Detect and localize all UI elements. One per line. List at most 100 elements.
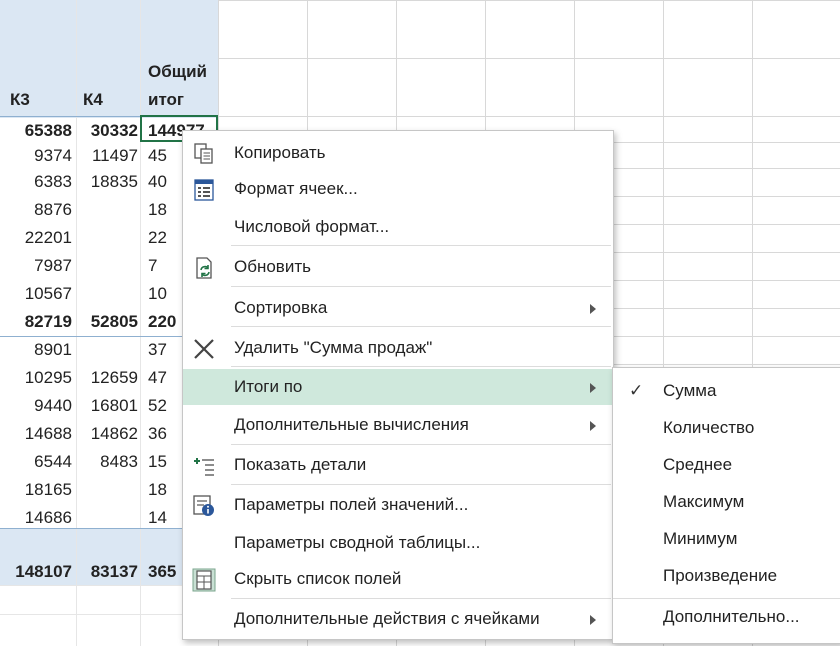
cell-k4[interactable] xyxy=(76,197,138,223)
cell-k4[interactable] xyxy=(76,505,138,531)
cell-total[interactable]: 45 xyxy=(148,143,167,169)
field-settings-icon xyxy=(193,495,214,516)
cell-k4[interactable]: 12659 xyxy=(76,365,138,391)
cell-total[interactable]: 10 xyxy=(148,281,167,307)
cell-k3[interactable]: 65388 xyxy=(0,118,72,144)
cell-k3[interactable]: 10295 xyxy=(0,365,72,391)
cell-k3[interactable]: 7987 xyxy=(0,253,72,279)
submenu-item-label: Максимум xyxy=(663,492,745,511)
cell-total[interactable]: 22 xyxy=(148,225,167,251)
cell-k4[interactable]: 16801 xyxy=(76,393,138,419)
menu-item-hide-field-list[interactable]: Скрыть список полей xyxy=(183,561,613,597)
cell-k4[interactable] xyxy=(76,337,138,363)
submenu-item-label: Сумма xyxy=(663,381,717,400)
menu-item-label: Скрыть список полей xyxy=(234,569,402,588)
submenu-item-max[interactable]: Максимум xyxy=(613,484,840,520)
cell-k3[interactable]: 18165 xyxy=(0,477,72,503)
menu-item-summarize-by[interactable]: Итоги по xyxy=(183,369,613,405)
menu-item-label: Числовой формат... xyxy=(234,217,390,236)
menu-item-label: Копировать xyxy=(234,143,326,162)
cell-total[interactable]: 36 xyxy=(148,421,167,447)
menu-item-label: Формат ячеек... xyxy=(234,179,358,198)
menu-item-label: Дополнительные вычисления xyxy=(234,415,469,434)
cell-k3[interactable]: 8901 xyxy=(0,337,72,363)
show-details-icon xyxy=(194,458,214,476)
cell-k3[interactable]: 6544 xyxy=(0,449,72,475)
menu-item-remove-field[interactable]: Удалить "Сумма продаж" xyxy=(183,330,613,366)
header-total-line1[interactable]: Общий xyxy=(148,59,207,85)
cell-k4[interactable]: 11497 xyxy=(76,143,138,169)
submenu-item-sum[interactable]: ✓ Сумма xyxy=(613,373,840,409)
cell-k3[interactable]: 6383 xyxy=(0,169,72,195)
menu-item-label: Параметры сводной таблицы... xyxy=(234,533,481,552)
cell-total[interactable]: 15 xyxy=(148,449,167,475)
menu-separator xyxy=(231,286,611,287)
menu-item-label: Удалить "Сумма продаж" xyxy=(234,338,433,357)
cell-k4[interactable]: 52805 xyxy=(76,309,138,335)
cell-total[interactable]: 37 xyxy=(148,337,167,363)
grid-line xyxy=(218,116,840,117)
menu-item-pivot-options[interactable]: Параметры сводной таблицы... xyxy=(183,525,613,561)
menu-item-value-field-settings[interactable]: Параметры полей значений... xyxy=(183,487,613,523)
menu-item-show-values-as[interactable]: Дополнительные вычисления xyxy=(183,407,613,443)
cell-k3[interactable]: 22201 xyxy=(0,225,72,251)
cell-total[interactable]: 220 xyxy=(148,309,176,335)
check-icon: ✓ xyxy=(629,381,644,400)
cell-total[interactable]: 47 xyxy=(148,365,167,391)
grand-total-k3[interactable]: 148107 xyxy=(0,559,72,585)
chevron-right-icon xyxy=(590,421,596,431)
submenu-item-label: Произведение xyxy=(663,566,778,585)
cell-k4[interactable] xyxy=(76,477,138,503)
submenu-item-label: Минимум xyxy=(663,529,738,548)
menu-item-number-format[interactable]: Числовой формат... xyxy=(183,209,613,245)
submenu-item-product[interactable]: Произведение xyxy=(613,558,840,594)
chevron-right-icon xyxy=(590,383,596,393)
grand-total-k4[interactable]: 83137 xyxy=(76,559,138,585)
menu-item-format-cells[interactable]: Формат ячеек... xyxy=(183,171,613,207)
menu-item-sort[interactable]: Сортировка xyxy=(183,290,613,326)
submenu-item-average[interactable]: Среднее xyxy=(613,447,840,483)
header-k3[interactable]: К3 xyxy=(10,87,30,113)
cell-k3[interactable]: 82719 xyxy=(0,309,72,335)
cell-total[interactable]: 14 xyxy=(148,505,167,531)
cell-k3[interactable]: 9374 xyxy=(0,143,72,169)
menu-separator xyxy=(231,598,611,599)
menu-item-label: Сортировка xyxy=(234,298,328,317)
cell-k4[interactable] xyxy=(76,253,138,279)
submenu-item-count[interactable]: Количество xyxy=(613,410,840,446)
cell-k4[interactable] xyxy=(76,281,138,307)
cell-k3[interactable]: 10567 xyxy=(0,281,72,307)
header-total-line2[interactable]: итог xyxy=(148,87,184,113)
menu-item-label: Показать детали xyxy=(234,455,367,474)
menu-separator xyxy=(231,245,611,246)
menu-item-show-details[interactable]: Показать детали xyxy=(183,447,613,483)
grand-total-sum[interactable]: 365 xyxy=(148,559,176,585)
menu-item-copy[interactable]: Копировать xyxy=(183,135,613,171)
format-cells-icon xyxy=(194,179,214,201)
menu-separator xyxy=(231,326,611,327)
cell-k4[interactable] xyxy=(76,225,138,251)
cell-total[interactable]: 40 xyxy=(148,169,167,195)
cell-k3[interactable]: 9440 xyxy=(0,393,72,419)
cell-total[interactable]: 18 xyxy=(148,477,167,503)
menu-item-refresh[interactable]: Обновить xyxy=(183,249,613,285)
cell-k3[interactable]: 8876 xyxy=(0,197,72,223)
grid-line xyxy=(218,0,840,1)
cell-k3[interactable]: 14688 xyxy=(0,421,72,447)
field-list-icon xyxy=(192,568,216,592)
cell-k4[interactable]: 14862 xyxy=(76,421,138,447)
submenu-item-more[interactable]: Дополнительно... xyxy=(613,599,840,635)
menu-item-more-actions[interactable]: Дополнительные действия с ячейками xyxy=(183,601,613,637)
cell-k4[interactable]: 8483 xyxy=(76,449,138,475)
submenu-item-label: Среднее xyxy=(663,455,733,474)
cell-total[interactable]: 52 xyxy=(148,393,167,419)
refresh-icon xyxy=(196,257,212,279)
header-k4[interactable]: К4 xyxy=(83,87,103,113)
cell-k4[interactable]: 30332 xyxy=(76,118,138,144)
cell-total[interactable]: 18 xyxy=(148,197,167,223)
cell-k3[interactable]: 14686 xyxy=(0,505,72,531)
cell-total[interactable]: 7 xyxy=(148,253,157,279)
submenu-item-min[interactable]: Минимум xyxy=(613,521,840,557)
menu-separator xyxy=(231,444,611,445)
cell-k4[interactable]: 18835 xyxy=(76,169,138,195)
